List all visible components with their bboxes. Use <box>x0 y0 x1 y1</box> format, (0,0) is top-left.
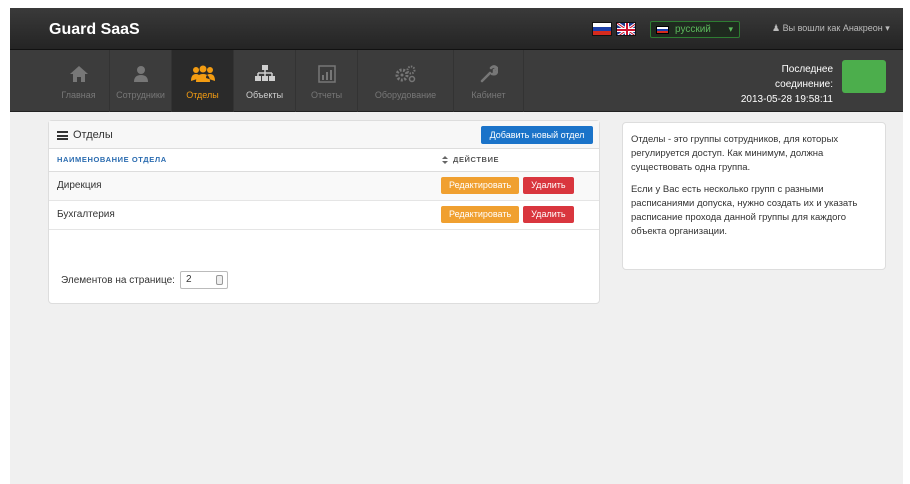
last-connection-time: 2013-05-28 19:58:11 <box>740 94 833 105</box>
nav-label: Отделы <box>186 90 219 100</box>
last-connection: Последнее соединение: 2013-05-28 19:58:1… <box>737 62 833 107</box>
group-icon <box>190 62 215 86</box>
panel-title: Отделы <box>73 129 113 141</box>
row-actions: Редактировать Удалить <box>439 200 599 230</box>
nav-label: Оборудование <box>374 90 437 100</box>
nav-item-reports[interactable]: Отчеты <box>296 50 358 112</box>
departments-table: НАИМЕНОВАНИЕ ОТДЕЛА ДЕЙСТВИЕ Дирекция Ре… <box>49 149 599 230</box>
column-header-name[interactable]: НАИМЕНОВАНИЕ ОТДЕЛА <box>49 149 439 172</box>
info-paragraph: Отделы - это группы сотрудников, для кот… <box>631 134 839 173</box>
home-icon <box>69 62 89 86</box>
last-connection-label: Последнее соединение: <box>775 64 833 90</box>
main-nav: Главная Сотрудники Отделы Объекты Отчеты… <box>10 50 903 112</box>
user-icon <box>133 62 149 86</box>
nav-label: Отчеты <box>310 90 343 100</box>
info-paragraph: Если у Вас есть несколько групп с разным… <box>631 184 858 237</box>
panel-header: Отделы Добавить новый отдел <box>49 121 599 149</box>
table-row: Бухгалтерия Редактировать Удалить <box>49 200 599 230</box>
row-actions: Редактировать Удалить <box>439 171 599 201</box>
user-menu-label: Вы вошли как Анакреон <box>782 23 883 33</box>
nav-item-employees[interactable]: Сотрудники <box>110 50 172 112</box>
nav-item-cabinet[interactable]: Кабинет <box>454 50 524 112</box>
column-header-action-label: ДЕЙСТВИЕ <box>453 155 500 165</box>
list-icon <box>57 131 68 140</box>
info-box: Отделы - это группы сотрудников, для кот… <box>622 122 886 270</box>
nav-label: Кабинет <box>471 90 506 100</box>
connection-status-indicator <box>842 60 886 93</box>
russian-flag-icon <box>656 26 669 34</box>
per-page-value: 2 <box>185 274 192 285</box>
language-value: русский <box>675 24 711 35</box>
delete-button[interactable]: Удалить <box>523 177 574 194</box>
gears-icon <box>395 62 417 86</box>
nav-label: Сотрудники <box>116 90 165 100</box>
delete-button[interactable]: Удалить <box>523 206 574 223</box>
add-department-button[interactable]: Добавить новый отдел <box>481 126 593 144</box>
column-header-action: ДЕЙСТВИЕ <box>439 149 599 172</box>
nav-item-departments[interactable]: Отделы <box>172 50 234 112</box>
edit-button[interactable]: Редактировать <box>441 177 520 194</box>
departments-panel: Отделы Добавить новый отдел НАИМЕНОВАНИЕ… <box>48 120 600 304</box>
nav-item-home[interactable]: Главная <box>48 50 110 112</box>
spinner-icon[interactable] <box>215 275 223 285</box>
nav-label: Объекты <box>245 90 284 100</box>
edit-button[interactable]: Редактировать <box>441 206 520 223</box>
sort-icon[interactable] <box>442 156 448 164</box>
sitemap-icon <box>254 62 275 86</box>
user-icon: ♟ <box>772 23 781 33</box>
department-name: Бухгалтерия <box>49 200 439 230</box>
app-window: Guard SaaS русский ▾ ♟ Вы вошли как Анак… <box>10 8 903 484</box>
uk-flag-icon[interactable] <box>616 22 636 36</box>
user-menu[interactable]: ♟ Вы вошли как Анакреон ▾ <box>772 23 890 34</box>
wrench-icon <box>480 62 498 86</box>
top-bar: Guard SaaS русский ▾ ♟ Вы вошли как Анак… <box>10 8 903 50</box>
brand-logo[interactable]: Guard SaaS <box>49 21 140 39</box>
per-page-control: Элементов на странице: 2 <box>61 271 228 289</box>
department-name: Дирекция <box>49 171 439 201</box>
chevron-down-icon: ▾ <box>728 24 733 34</box>
russian-flag-icon[interactable] <box>592 22 612 36</box>
caret-down-icon: ▾ <box>885 23 890 33</box>
language-select[interactable]: русский ▾ <box>650 21 740 38</box>
nav-label: Главная <box>61 90 96 100</box>
nav-item-objects[interactable]: Объекты <box>234 50 296 112</box>
per-page-label: Элементов на странице: <box>61 274 175 286</box>
per-page-input[interactable]: 2 <box>179 271 228 289</box>
chart-icon <box>317 62 336 86</box>
nav-item-equipment[interactable]: Оборудование <box>358 50 454 112</box>
table-row: Дирекция Редактировать Удалить <box>49 171 599 201</box>
